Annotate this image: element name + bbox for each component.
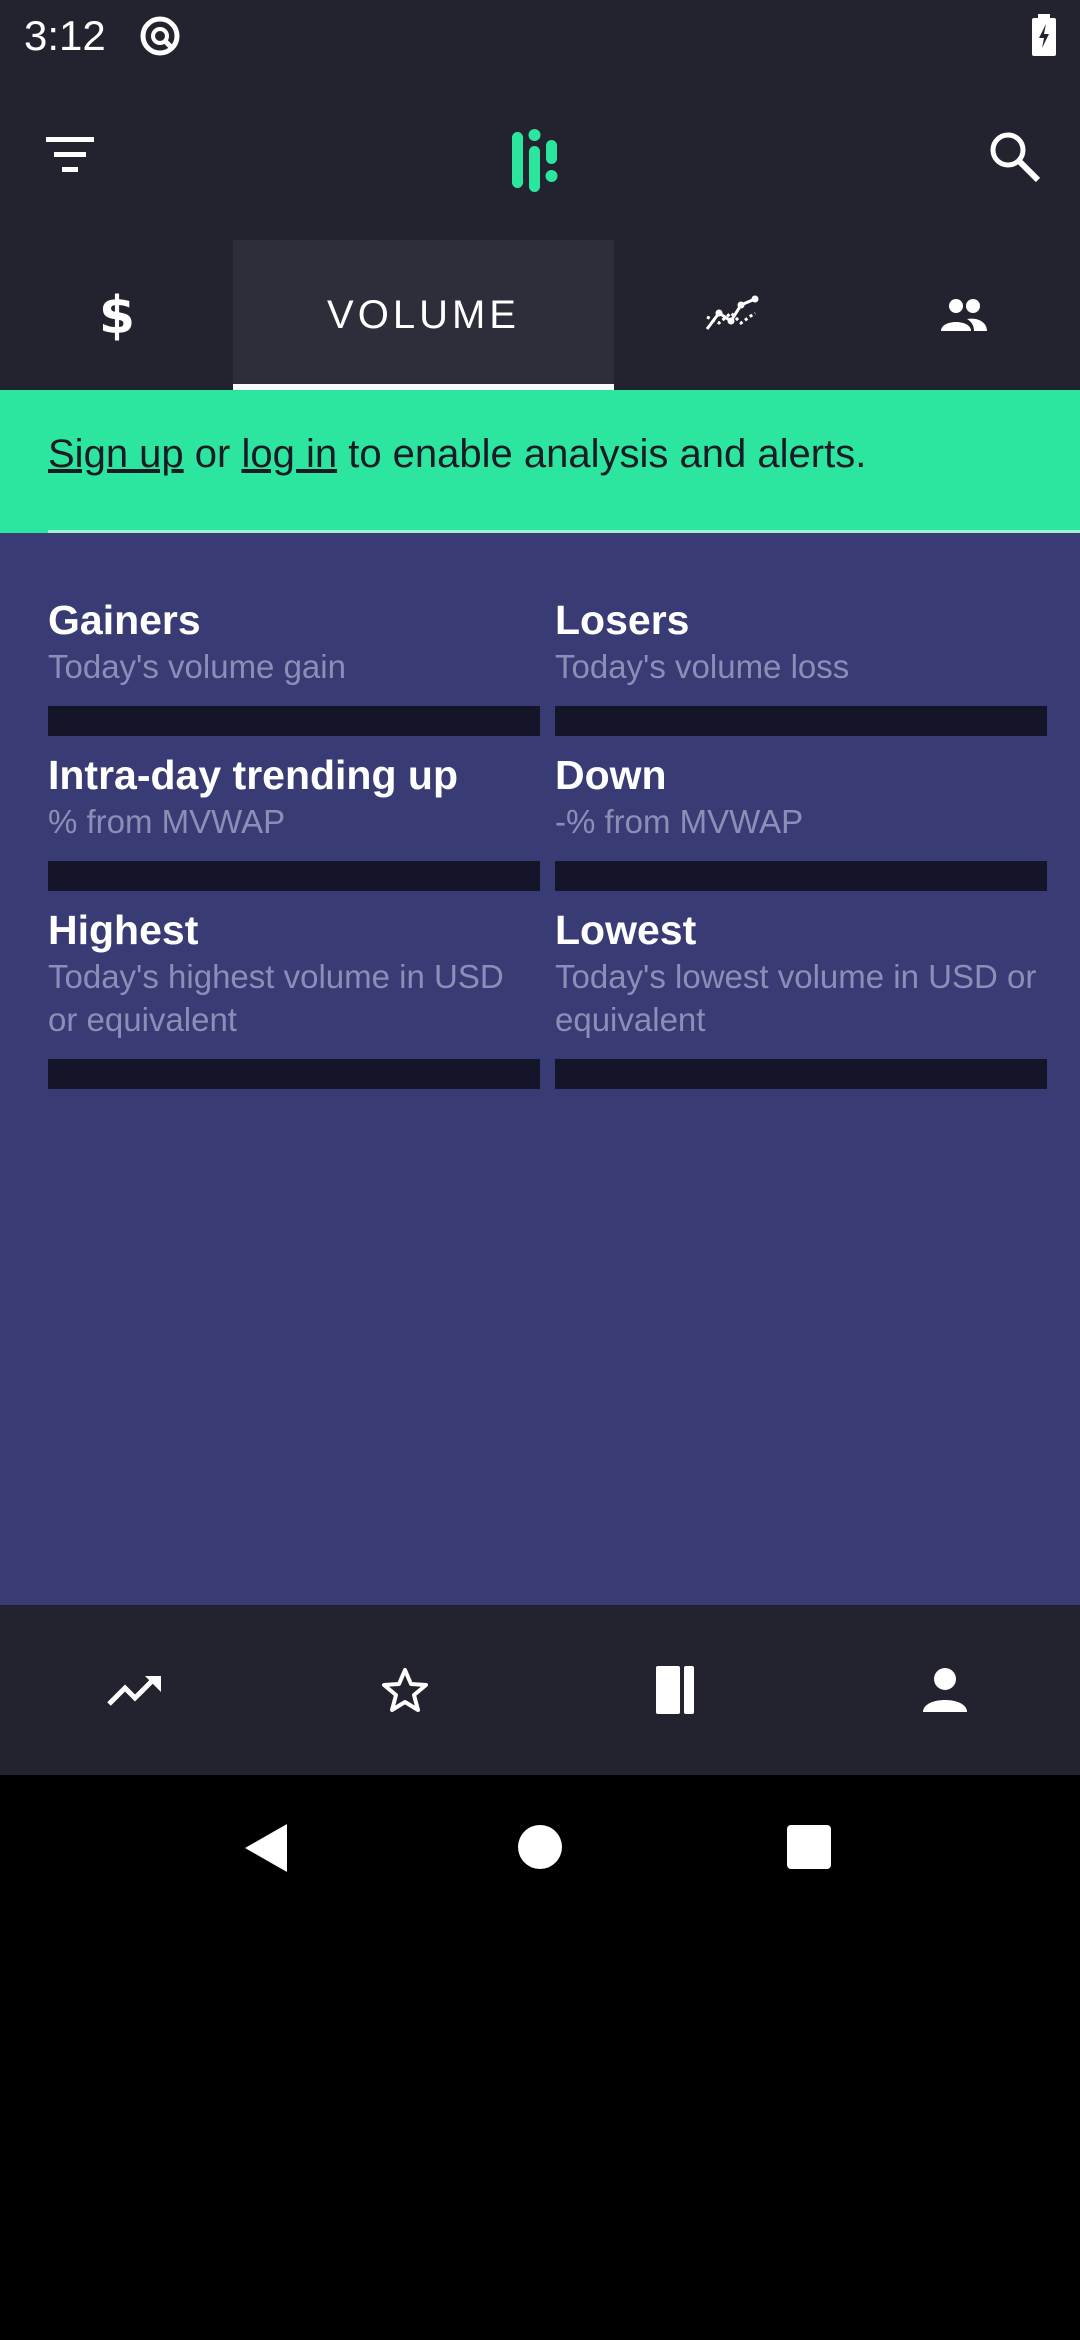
nav-news[interactable] — [540, 1605, 810, 1775]
trending-up-card[interactable]: Intra-day trending up % from MVWAP — [48, 750, 540, 905]
star-icon — [382, 1668, 428, 1712]
trending-icon — [107, 1676, 161, 1706]
news-icon — [656, 1666, 694, 1714]
tab-price[interactable]: $ — [0, 240, 233, 390]
card-subtitle: Today's volume loss — [555, 648, 850, 685]
banner-or: or — [183, 432, 242, 476]
trending-down-card[interactable]: Down -% from MVWAP — [555, 750, 1047, 905]
card-title: Losers — [555, 597, 690, 643]
search-icon[interactable] — [986, 128, 1044, 186]
banner-rest: to enable analysis and alerts. — [337, 432, 867, 476]
nav-favorites[interactable] — [270, 1605, 540, 1775]
card-subtitle: Today's highest volume in USD or equival… — [48, 958, 504, 1038]
card-title: Down — [555, 752, 667, 798]
lowest-card[interactable]: Lowest Today's lowest volume in USD or e… — [555, 905, 1047, 1103]
tab-volume-label: VOLUME — [327, 292, 520, 337]
card-loading-bar — [555, 1059, 1047, 1089]
recents-icon[interactable] — [787, 1825, 831, 1869]
sync-status-icon — [140, 16, 180, 56]
gainers-card[interactable]: Gainers Today's volume gain — [48, 595, 540, 750]
highest-card[interactable]: Highest Today's highest volume in USD or… — [48, 905, 540, 1103]
card-subtitle: -% from MVWAP — [555, 803, 804, 840]
tab-social[interactable] — [847, 240, 1080, 390]
bottom-nav — [0, 1605, 1080, 1775]
nav-markets[interactable] — [0, 1605, 270, 1775]
battery-icon — [1032, 14, 1056, 56]
card-title: Lowest — [555, 907, 697, 953]
card-loading-bar — [48, 861, 540, 891]
tab-chart[interactable] — [614, 240, 847, 390]
losers-card[interactable]: Losers Today's volume loss — [555, 595, 1047, 750]
dollar-icon: $ — [98, 287, 134, 343]
signup-link[interactable]: Sign up — [48, 432, 184, 476]
card-title: Gainers — [48, 597, 201, 643]
account-icon — [923, 1668, 967, 1712]
filter-icon[interactable] — [40, 127, 100, 183]
line-chart-icon — [705, 295, 758, 330]
signup-banner: Sign up or log in to enable analysis and… — [0, 390, 1080, 533]
banner-text: Sign up or log in to enable analysis and… — [48, 432, 866, 477]
status-bar: 3:12 — [0, 0, 1080, 72]
card-loading-bar — [48, 706, 540, 736]
card-loading-bar — [555, 706, 1047, 736]
volume-card-grid: Gainers Today's volume gain Losers Today… — [48, 595, 1047, 1103]
nav-account[interactable] — [810, 1605, 1080, 1775]
card-loading-bar — [48, 1059, 540, 1089]
tab-bar: $ VOLUME — [0, 240, 1080, 390]
card-subtitle: Today's lowest volume in USD or equivale… — [555, 958, 1037, 1038]
card-subtitle: % from MVWAP — [48, 803, 286, 840]
login-link[interactable]: log in — [241, 432, 337, 476]
app-bar — [0, 72, 1080, 240]
card-subtitle: Today's volume gain — [48, 648, 346, 685]
status-time: 3:12 — [24, 12, 106, 59]
system-nav-bar — [0, 1775, 1080, 1920]
home-icon[interactable] — [518, 1825, 562, 1869]
svg-text:$: $ — [98, 287, 134, 343]
back-icon[interactable] — [243, 1822, 289, 1874]
card-title: Highest — [48, 907, 199, 953]
card-title: Intra-day trending up — [48, 752, 458, 798]
app-logo — [512, 129, 558, 192]
volume-content: Gainers Today's volume gain Losers Today… — [0, 533, 1080, 1605]
people-icon — [940, 299, 987, 331]
card-loading-bar — [555, 861, 1047, 891]
tab-volume[interactable]: VOLUME — [233, 240, 614, 390]
